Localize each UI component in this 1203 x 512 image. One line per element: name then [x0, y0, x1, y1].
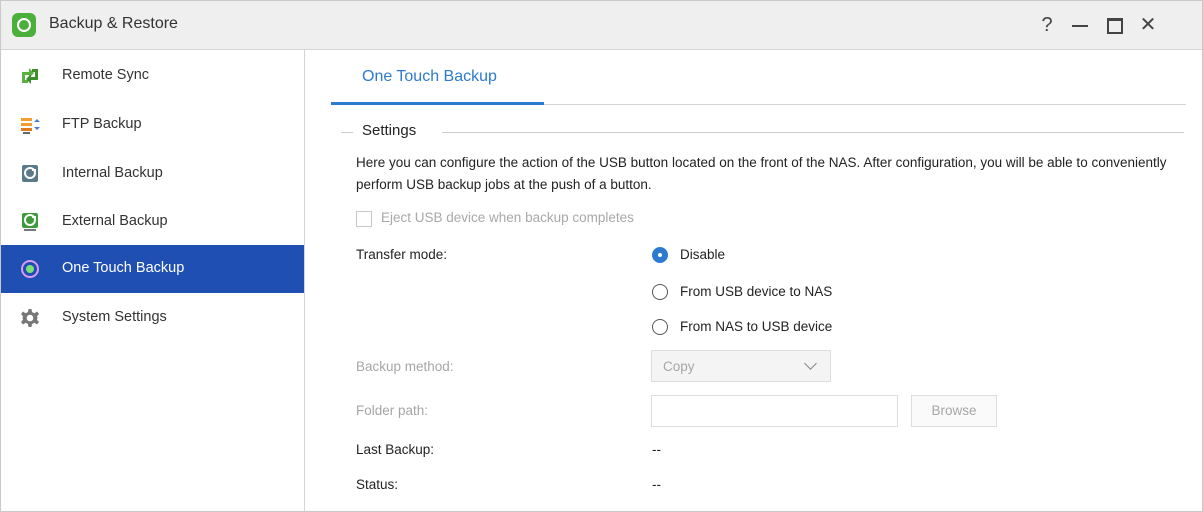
tab-label: One Touch Backup [362, 68, 497, 85]
close-icon: ✕ [1139, 14, 1157, 36]
help-icon: ? [1041, 14, 1053, 36]
sidebar-item-label: One Touch Backup [62, 260, 185, 276]
transfer-mode-disable-radio[interactable] [652, 247, 668, 263]
sidebar-item-remote-sync[interactable]: Remote Sync [1, 52, 304, 100]
sidebar: Remote Sync FTP Backup Internal Backup E… [1, 50, 305, 511]
backup-method-value: Copy [663, 359, 695, 374]
title-bar: Backup & Restore ? ✕ [1, 1, 1202, 50]
ftp-backup-icon [21, 118, 40, 134]
sidebar-item-system-settings[interactable]: System Settings [1, 294, 304, 342]
folder-path-label: Folder path: [356, 403, 429, 418]
transfer-mode-usb-to-nas-label: From USB device to NAS [680, 284, 833, 299]
backup-restore-app-icon [12, 13, 36, 37]
transfer-mode-disable-label: Disable [680, 247, 726, 262]
transfer-mode-nas-to-usb-label: From NAS to USB device [680, 319, 833, 334]
eject-usb-checkbox[interactable] [356, 211, 372, 227]
browse-button[interactable]: Browse [911, 395, 997, 427]
last-backup-label: Last Backup: [356, 442, 435, 457]
external-backup-icon [22, 213, 38, 231]
sidebar-item-label: System Settings [62, 309, 167, 325]
eject-usb-label: Eject USB device when backup completes [381, 210, 634, 225]
backup-method-label: Backup method: [356, 359, 454, 374]
settings-heading: Settings [362, 122, 417, 139]
sidebar-item-external-backup[interactable]: External Backup [1, 198, 304, 246]
help-button[interactable]: ? [1036, 14, 1058, 36]
tab-one-touch-backup[interactable]: One Touch Backup [331, 49, 544, 105]
close-button[interactable]: ✕ [1137, 14, 1159, 36]
gear-icon [21, 309, 39, 327]
folder-path-input[interactable] [651, 395, 898, 427]
group-divider-left [341, 132, 353, 133]
backup-method-select[interactable]: Copy [651, 350, 831, 382]
window-title: Backup & Restore [49, 15, 178, 32]
transfer-mode-label: Transfer mode: [356, 247, 448, 262]
sidebar-item-label: Internal Backup [62, 165, 163, 181]
sidebar-item-label: External Backup [62, 213, 168, 229]
sidebar-item-label: FTP Backup [62, 116, 142, 132]
one-touch-backup-icon [21, 260, 39, 278]
last-backup-value: -- [652, 442, 661, 457]
transfer-mode-usb-to-nas-radio[interactable] [652, 284, 668, 300]
minimize-button[interactable] [1069, 14, 1091, 36]
sidebar-item-label: Remote Sync [62, 67, 150, 83]
settings-description: Here you can configure the action of the… [356, 155, 1167, 192]
maximize-button[interactable] [1103, 14, 1125, 36]
remote-sync-icon [22, 68, 38, 84]
sidebar-item-internal-backup[interactable]: Internal Backup [1, 150, 304, 198]
app-window: Backup & Restore ? ✕ Remote Sync FTP Bac… [0, 0, 1203, 512]
sidebar-item-ftp-backup[interactable]: FTP Backup [1, 101, 304, 149]
internal-backup-icon [22, 165, 38, 182]
status-label: Status: [356, 477, 399, 492]
transfer-mode-nas-to-usb-radio[interactable] [652, 319, 668, 335]
tab-bar: One Touch Backup [331, 49, 1186, 105]
chevron-down-icon [804, 357, 817, 370]
status-value: -- [652, 477, 661, 492]
group-divider-right [442, 132, 1184, 133]
sidebar-item-one-touch-backup[interactable]: One Touch Backup [1, 245, 304, 293]
